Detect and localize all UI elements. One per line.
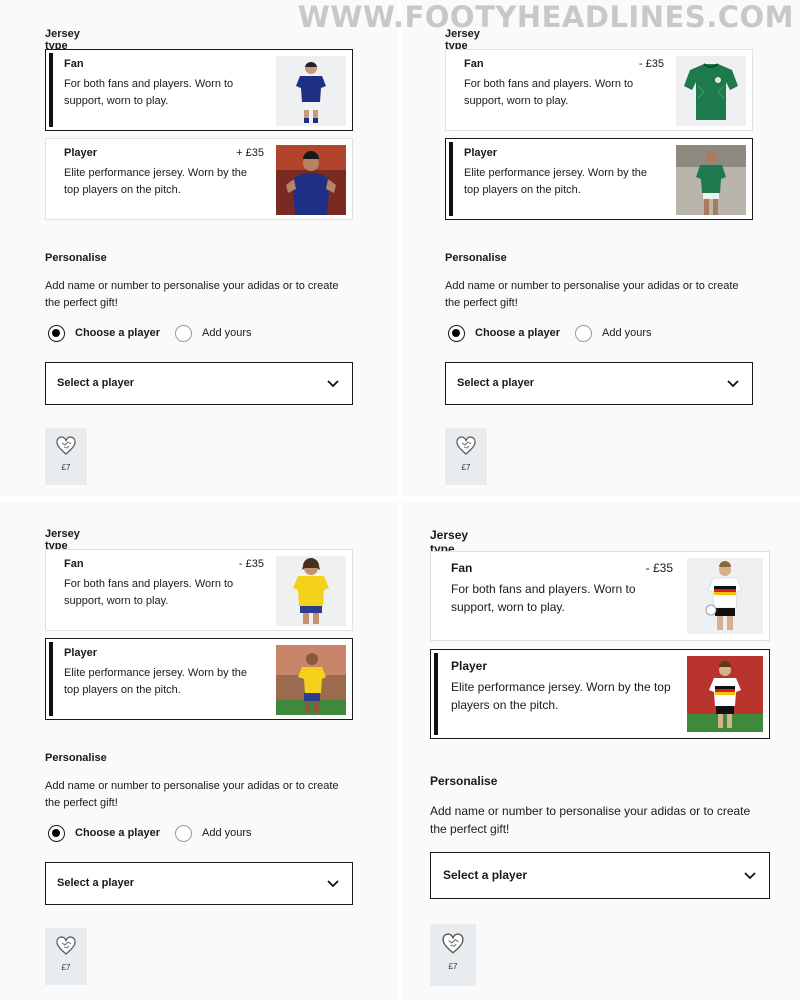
chevron-down-icon xyxy=(727,380,739,388)
option-description: Elite performance jersey. Worn by the to… xyxy=(64,667,248,696)
choose-player-label[interactable]: Choose a player xyxy=(475,327,560,339)
personalise-title: Personalise xyxy=(430,774,498,788)
option-name: Fan xyxy=(64,558,84,570)
selection-indicator xyxy=(434,653,438,735)
choose-player-radio[interactable] xyxy=(48,325,65,342)
heart-ball-icon xyxy=(456,436,476,455)
heart-ball-icon xyxy=(442,933,464,954)
add-yours-label[interactable]: Add yours xyxy=(602,327,652,339)
ball-price: £7 xyxy=(448,962,458,971)
japan-player-jersey-image xyxy=(276,145,346,215)
selection-indicator xyxy=(49,642,53,716)
watermark: WWW.FOOTYHEADLINES.COM xyxy=(297,0,794,34)
jersey-option-fan[interactable]: Fan For both fans and players. Worn to s… xyxy=(45,49,353,131)
jersey-option-fan[interactable]: Fan - £35 For both fans and players. Wor… xyxy=(45,549,353,631)
ball-price: £7 xyxy=(61,963,71,972)
add-yours-radio[interactable] xyxy=(575,325,592,342)
official-ball-badge[interactable]: £7 xyxy=(45,428,87,485)
option-name: Player xyxy=(451,659,488,673)
option-price: - £35 xyxy=(238,558,264,570)
select-player-label: Select a player xyxy=(443,868,528,882)
germany-fan-jersey-image xyxy=(687,558,763,634)
jersey-option-fan[interactable]: Fan - £35 For both fans and players. Wor… xyxy=(445,49,753,131)
option-description: For both fans and players. Worn to suppo… xyxy=(64,78,234,107)
option-price: - £35 xyxy=(638,58,664,70)
option-name: Fan xyxy=(64,58,84,70)
option-description: For both fans and players. Worn to suppo… xyxy=(464,78,634,107)
jersey-option-player[interactable]: Player Elite performance jersey. Worn by… xyxy=(445,138,753,220)
option-name: Player xyxy=(64,147,98,159)
select-player-label: Select a player xyxy=(57,877,135,889)
jersey-option-player[interactable]: Player + £35 Elite performance jersey. W… xyxy=(45,138,353,220)
select-player-dropdown[interactable]: Select a player xyxy=(445,362,753,405)
option-description: Elite performance jersey. Worn by the to… xyxy=(64,167,248,196)
option-description: Elite performance jersey. Worn by the to… xyxy=(451,680,671,712)
personalise-title: Personalise xyxy=(45,752,107,764)
add-yours-label[interactable]: Add yours xyxy=(202,827,252,839)
colombia-fan-jersey-image xyxy=(276,556,346,626)
chevron-down-icon xyxy=(327,380,339,388)
ball-price: £7 xyxy=(61,463,71,472)
select-player-label: Select a player xyxy=(457,377,535,389)
japan-fan-jersey-image xyxy=(276,56,346,126)
select-player-label: Select a player xyxy=(57,377,135,389)
panel-divider-horizontal xyxy=(0,496,800,502)
jersey-option-player[interactable]: Player Elite performance jersey. Worn by… xyxy=(430,649,770,739)
option-description: Elite performance jersey. Worn by the to… xyxy=(464,167,648,196)
heart-ball-icon xyxy=(56,936,76,955)
option-name: Fan xyxy=(451,561,473,575)
option-name: Fan xyxy=(464,58,484,70)
mexico-player-jersey-image xyxy=(676,145,746,215)
option-description: For both fans and players. Worn to suppo… xyxy=(64,578,234,607)
jersey-option-fan[interactable]: Fan - £35 For both fans and players. Wor… xyxy=(430,551,770,641)
option-description: For both fans and players. Worn to suppo… xyxy=(451,582,636,614)
chevron-down-icon xyxy=(744,872,756,880)
personalise-description: Add name or number to personalise your a… xyxy=(45,280,339,309)
selection-indicator xyxy=(49,53,53,127)
official-ball-badge[interactable]: £7 xyxy=(45,928,87,985)
ball-price: £7 xyxy=(461,463,471,472)
chevron-down-icon xyxy=(327,880,339,888)
option-price: + £35 xyxy=(236,147,264,159)
choose-player-label[interactable]: Choose a player xyxy=(75,327,160,339)
heart-ball-icon xyxy=(56,436,76,455)
personalise-description: Add name or number to personalise your a… xyxy=(445,280,739,309)
select-player-dropdown[interactable]: Select a player xyxy=(430,852,770,899)
personalise-title: Personalise xyxy=(45,252,107,264)
mexico-fan-jersey-image xyxy=(676,56,746,126)
official-ball-badge[interactable]: £7 xyxy=(430,924,476,986)
option-name: Player xyxy=(464,147,498,159)
select-player-dropdown[interactable]: Select a player xyxy=(45,362,353,405)
personalise-description: Add name or number to personalise your a… xyxy=(45,780,339,809)
choose-player-label[interactable]: Choose a player xyxy=(75,827,160,839)
jersey-option-player[interactable]: Player Elite performance jersey. Worn by… xyxy=(45,638,353,720)
option-price: - £35 xyxy=(645,561,673,575)
personalise-title: Personalise xyxy=(445,252,507,264)
germany-player-jersey-image xyxy=(687,656,763,732)
selection-indicator xyxy=(449,142,453,216)
choose-player-radio[interactable] xyxy=(48,825,65,842)
colombia-player-jersey-image xyxy=(276,645,346,715)
official-ball-badge[interactable]: £7 xyxy=(445,428,487,485)
select-player-dropdown[interactable]: Select a player xyxy=(45,862,353,905)
add-yours-label[interactable]: Add yours xyxy=(202,327,252,339)
personalise-description: Add name or number to personalise your a… xyxy=(430,804,751,836)
add-yours-radio[interactable] xyxy=(175,825,192,842)
option-name: Player xyxy=(64,647,98,659)
add-yours-radio[interactable] xyxy=(175,325,192,342)
choose-player-radio[interactable] xyxy=(448,325,465,342)
